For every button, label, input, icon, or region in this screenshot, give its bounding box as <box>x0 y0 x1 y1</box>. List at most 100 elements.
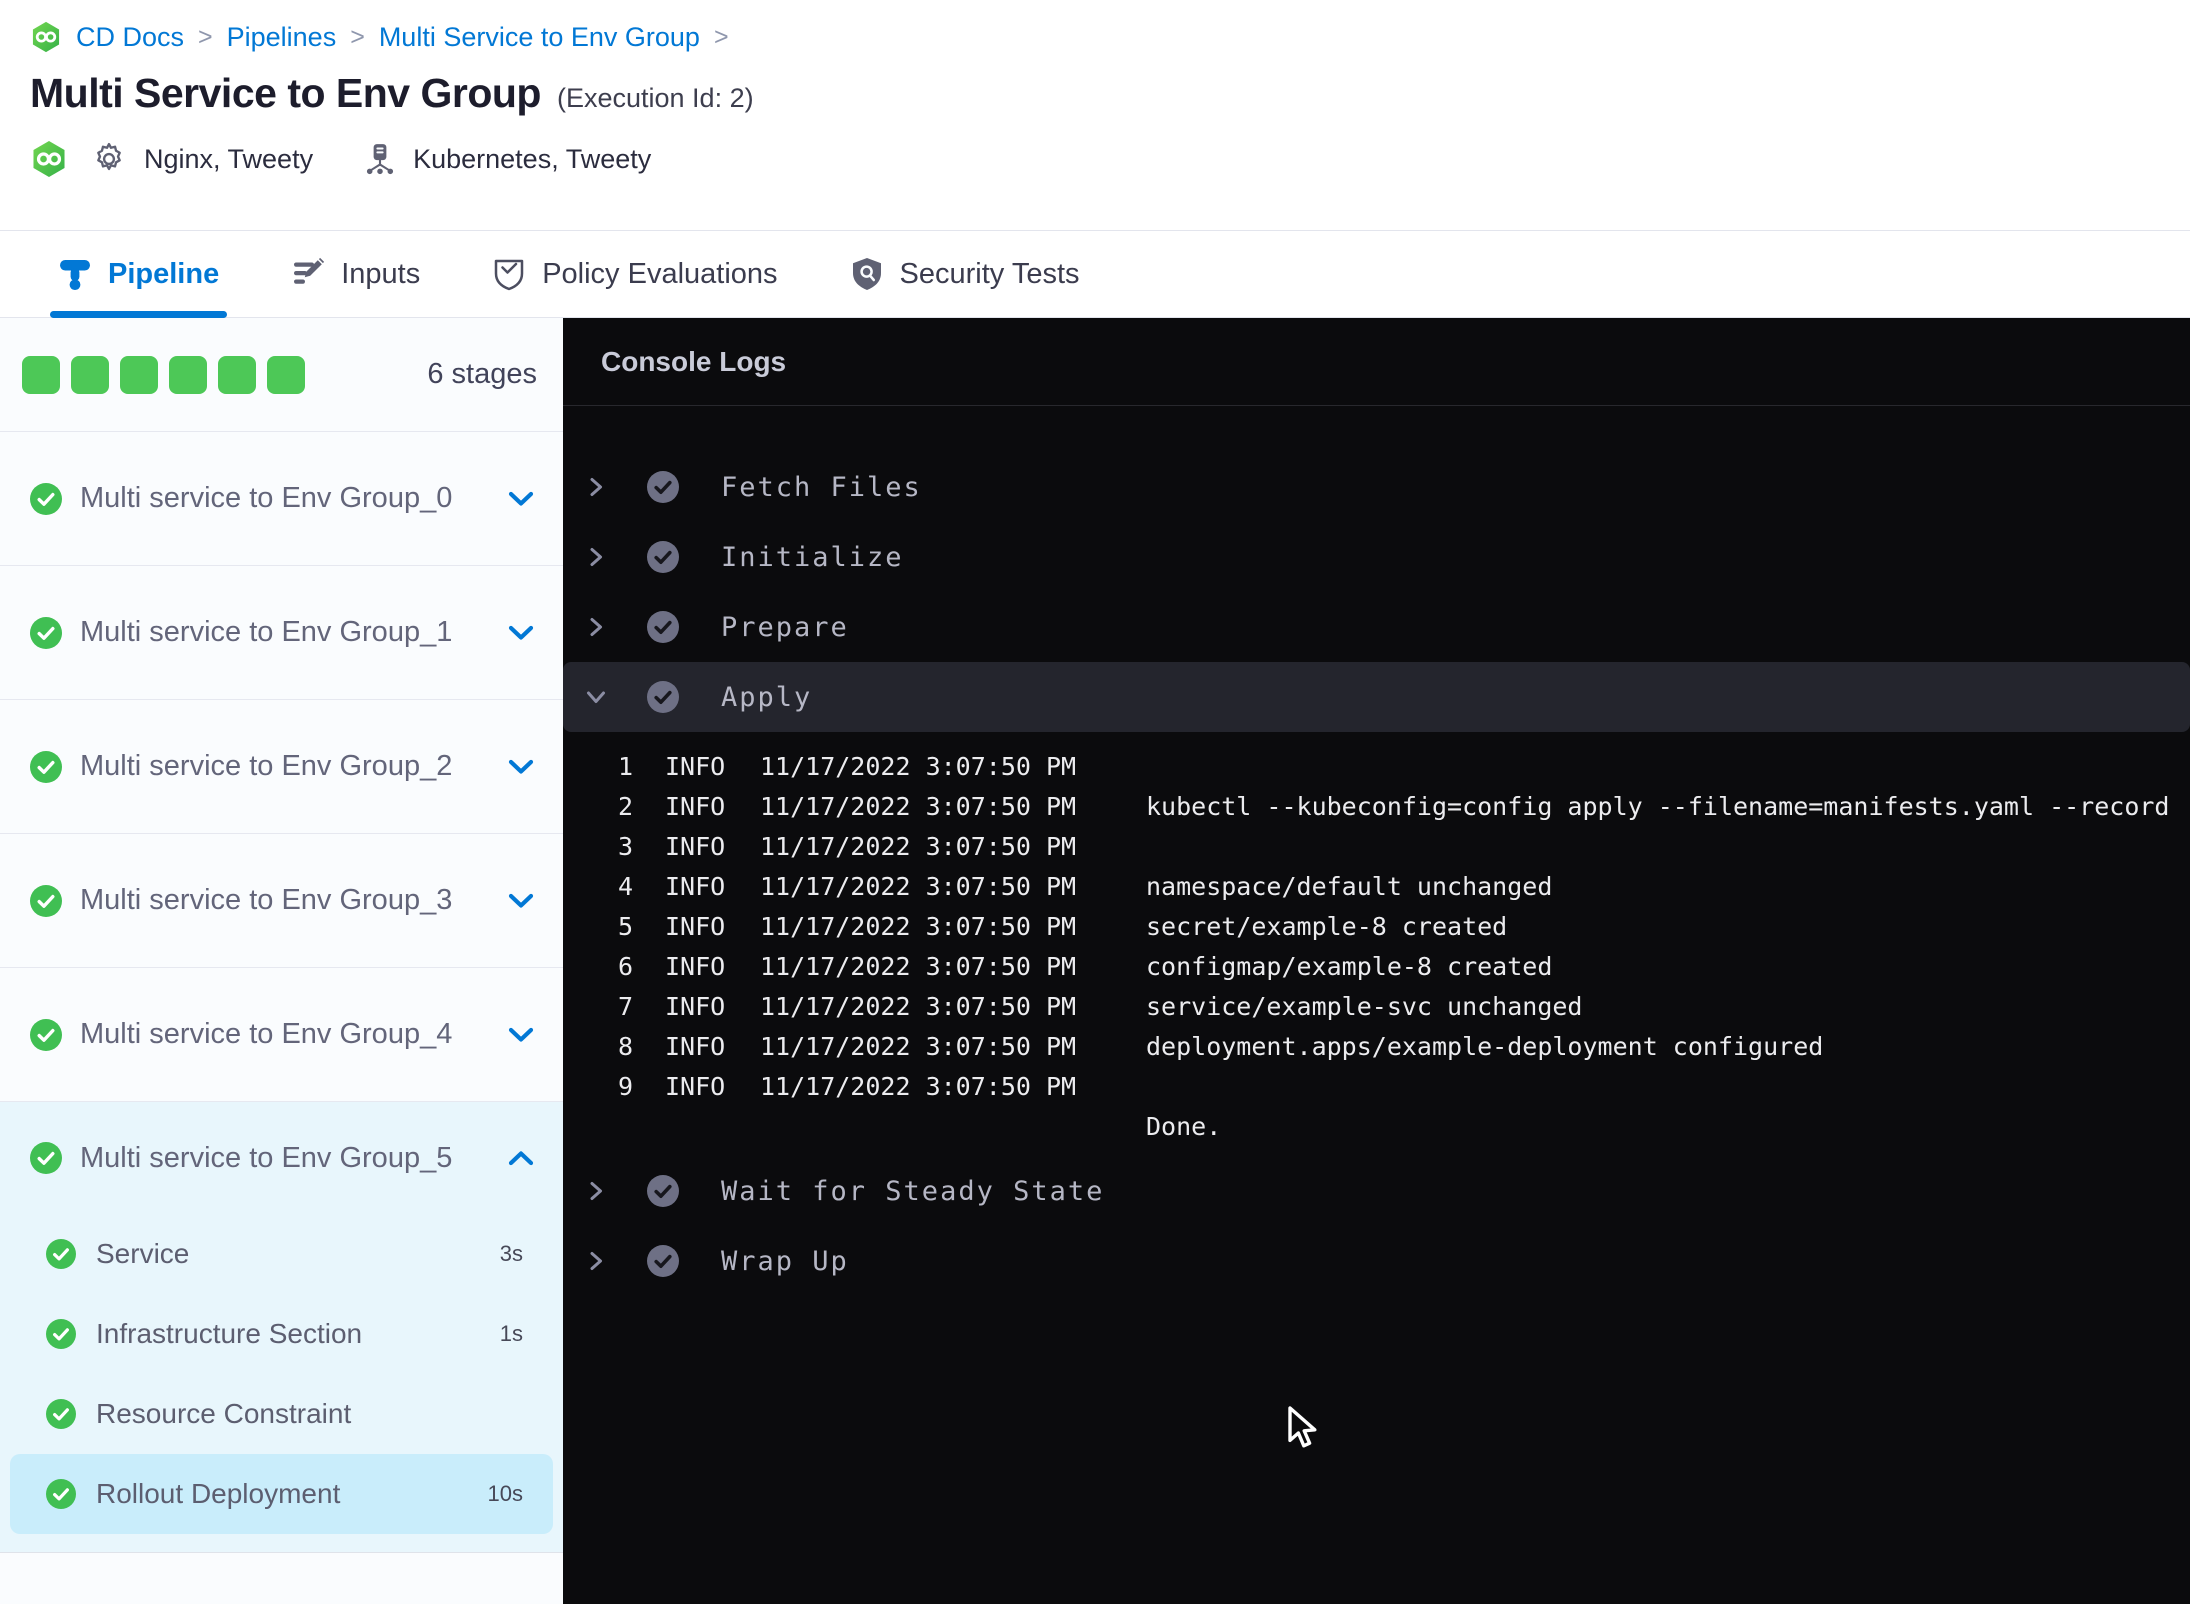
log-level: INFO <box>665 871 726 901</box>
stage-item-multi-service-to-env-group-5[interactable]: Multi service to Env Group_5 <box>0 1102 563 1214</box>
log-line: 7 INFO 11/17/2022 3:07:50 PM service/exa… <box>563 986 2190 1026</box>
stage-progress-square[interactable] <box>71 355 109 394</box>
log-message: deployment.apps/example-deployment confi… <box>1146 1031 1824 1061</box>
chevron-right-icon[interactable] <box>585 616 607 638</box>
log-timestamp: 11/17/2022 3:07:50 PM <box>760 1071 1077 1101</box>
step-duration: 10s <box>487 1481 523 1506</box>
stage-progress-squares <box>22 355 305 394</box>
stage-item-multi-service-to-env-group-1[interactable]: Multi service to Env Group_1 <box>0 566 563 700</box>
chevron-down-blue-icon[interactable] <box>507 892 535 910</box>
tab-label: Inputs <box>341 257 421 290</box>
tab-security-tests[interactable]: Security Tests <box>850 231 1080 317</box>
stage-count-label: 6 stages <box>427 358 537 390</box>
stage-label: Multi service to Env Group_4 <box>80 1018 453 1050</box>
step-item-resource-constraint[interactable]: Resource Constraint <box>0 1374 563 1454</box>
step-item-service[interactable]: Service 3s <box>0 1214 563 1294</box>
stage-item-multi-service-to-env-group-0[interactable]: Multi service to Env Group_0 <box>0 432 563 566</box>
services-gear-icon <box>90 140 128 178</box>
stage-progress-square[interactable] <box>22 355 60 394</box>
tab-pipeline[interactable]: Pipeline <box>49 231 228 318</box>
chevron-down-blue-icon[interactable] <box>507 758 535 776</box>
inputs-icon <box>291 257 325 291</box>
tab-policy-evaluations[interactable]: Policy Evaluations <box>492 231 778 317</box>
log-line-number[interactable]: 8 <box>563 1032 633 1061</box>
log-line-number[interactable]: 2 <box>563 792 633 821</box>
security-shield-icon <box>850 257 884 291</box>
stage-label: Multi service to Env Group_0 <box>80 482 453 514</box>
step-item-infrastructure-section[interactable]: Infrastructure Section 1s <box>0 1294 563 1374</box>
log-line-number[interactable]: 5 <box>563 912 633 941</box>
stage-item-multi-service-to-env-group-4[interactable]: Multi service to Env Group_4 <box>0 968 563 1102</box>
console-step-initialize[interactable]: Initialize <box>563 522 2190 592</box>
log-level: INFO <box>665 991 726 1021</box>
environments-label[interactable]: Kubernetes, Tweety <box>413 144 651 175</box>
breadcrumb-separator: > <box>198 22 213 51</box>
console-panel: Console Logs Fetch Files Initialize Prep… <box>563 318 2190 1604</box>
console-logs: Fetch Files Initialize Prepare Apply 1 I… <box>563 406 2190 1296</box>
stage-sidebar: 6 stages Multi service to Env Group_0 Mu… <box>0 318 563 1604</box>
log-line: 9 INFO 11/17/2022 3:07:50 PM <box>563 1066 2190 1106</box>
console-step-label: Fetch Files <box>721 471 922 503</box>
chevron-down-blue-icon[interactable] <box>507 1026 535 1044</box>
log-line-number[interactable]: 6 <box>563 952 633 981</box>
gray-check-icon <box>647 1175 679 1207</box>
console-step-apply[interactable]: Apply <box>563 662 2190 732</box>
log-line-number[interactable]: 9 <box>563 1072 633 1101</box>
log-timestamp: 11/17/2022 3:07:50 PM <box>760 871 1077 901</box>
services-label[interactable]: Nginx, Tweety <box>144 144 313 175</box>
chevron-down-blue-icon[interactable] <box>507 490 535 508</box>
chevron-down-blue-icon[interactable] <box>507 624 535 642</box>
stage-progress-square[interactable] <box>218 355 256 394</box>
harness-logo-icon <box>30 21 62 53</box>
gray-check-icon <box>647 611 679 643</box>
tab-inputs[interactable]: Inputs <box>291 231 420 317</box>
console-step-wrap-up[interactable]: Wrap Up <box>563 1226 2190 1296</box>
main-content: 6 stages Multi service to Env Group_0 Mu… <box>0 318 2190 1604</box>
log-line: 6 INFO 11/17/2022 3:07:50 PM configmap/e… <box>563 946 2190 986</box>
breadcrumb-link-cd-docs[interactable]: CD Docs <box>76 22 184 53</box>
log-line: 8 INFO 11/17/2022 3:07:50 PM deployment.… <box>563 1026 2190 1066</box>
console-step-label: Wait for Steady State <box>721 1175 1105 1207</box>
chevron-right-icon[interactable] <box>585 1180 607 1202</box>
breadcrumb-link-multi-service-to-env-group[interactable]: Multi Service to Env Group <box>379 22 700 53</box>
pipeline-icon <box>58 257 92 291</box>
chevron-down-icon[interactable] <box>585 686 607 708</box>
policy-shield-icon <box>492 257 526 291</box>
step-item-rollout-deployment[interactable]: Rollout Deployment 10s <box>10 1454 553 1534</box>
stage-progress-square[interactable] <box>120 355 158 394</box>
log-timestamp: 11/17/2022 3:07:50 PM <box>760 991 1077 1021</box>
tab-label: Pipeline <box>108 257 220 290</box>
step-label: Service <box>96 1238 190 1269</box>
stage-item-multi-service-to-env-group-2[interactable]: Multi service to Env Group_2 <box>0 700 563 834</box>
expanded-stage-block: Multi service to Env Group_5 Service 3s … <box>0 1102 563 1553</box>
log-line-number[interactable]: 4 <box>563 872 633 901</box>
log-timestamp: 11/17/2022 3:07:50 PM <box>760 1031 1077 1061</box>
tab-label: Security Tests <box>899 257 1080 290</box>
log-level: INFO <box>665 831 726 861</box>
stage-list: Multi service to Env Group_0 Multi servi… <box>0 432 563 1553</box>
success-check-icon <box>46 1239 76 1269</box>
chevron-right-icon[interactable] <box>585 546 607 568</box>
stage-progress-square[interactable] <box>169 355 207 394</box>
log-timestamp: 11/17/2022 3:07:50 PM <box>760 911 1077 941</box>
log-line-number[interactable]: 7 <box>563 992 633 1021</box>
step-duration: 1s <box>499 1321 523 1346</box>
breadcrumb-link-pipelines[interactable]: Pipelines <box>227 22 337 53</box>
console-step-wait-for-steady-state[interactable]: Wait for Steady State <box>563 1156 2190 1226</box>
log-line-number[interactable]: 1 <box>563 752 633 781</box>
stage-item-multi-service-to-env-group-3[interactable]: Multi service to Env Group_3 <box>0 834 563 968</box>
step-duration: 3s <box>499 1241 523 1266</box>
success-check-icon <box>46 1399 76 1429</box>
success-check-icon <box>30 482 62 515</box>
chevron-right-icon[interactable] <box>585 476 607 498</box>
console-step-fetch-files[interactable]: Fetch Files <box>563 452 2190 522</box>
log-level: INFO <box>665 1071 726 1101</box>
chevron-right-icon[interactable] <box>585 1250 607 1272</box>
console-step-prepare[interactable]: Prepare <box>563 592 2190 662</box>
chevron-up-blue-icon[interactable] <box>507 1149 535 1167</box>
breadcrumb-separator: > <box>350 22 365 51</box>
stage-label: Multi service to Env Group_1 <box>80 616 453 648</box>
stage-progress-square[interactable] <box>267 355 305 394</box>
success-check-icon <box>30 1018 62 1051</box>
log-line-number[interactable]: 3 <box>563 832 633 861</box>
